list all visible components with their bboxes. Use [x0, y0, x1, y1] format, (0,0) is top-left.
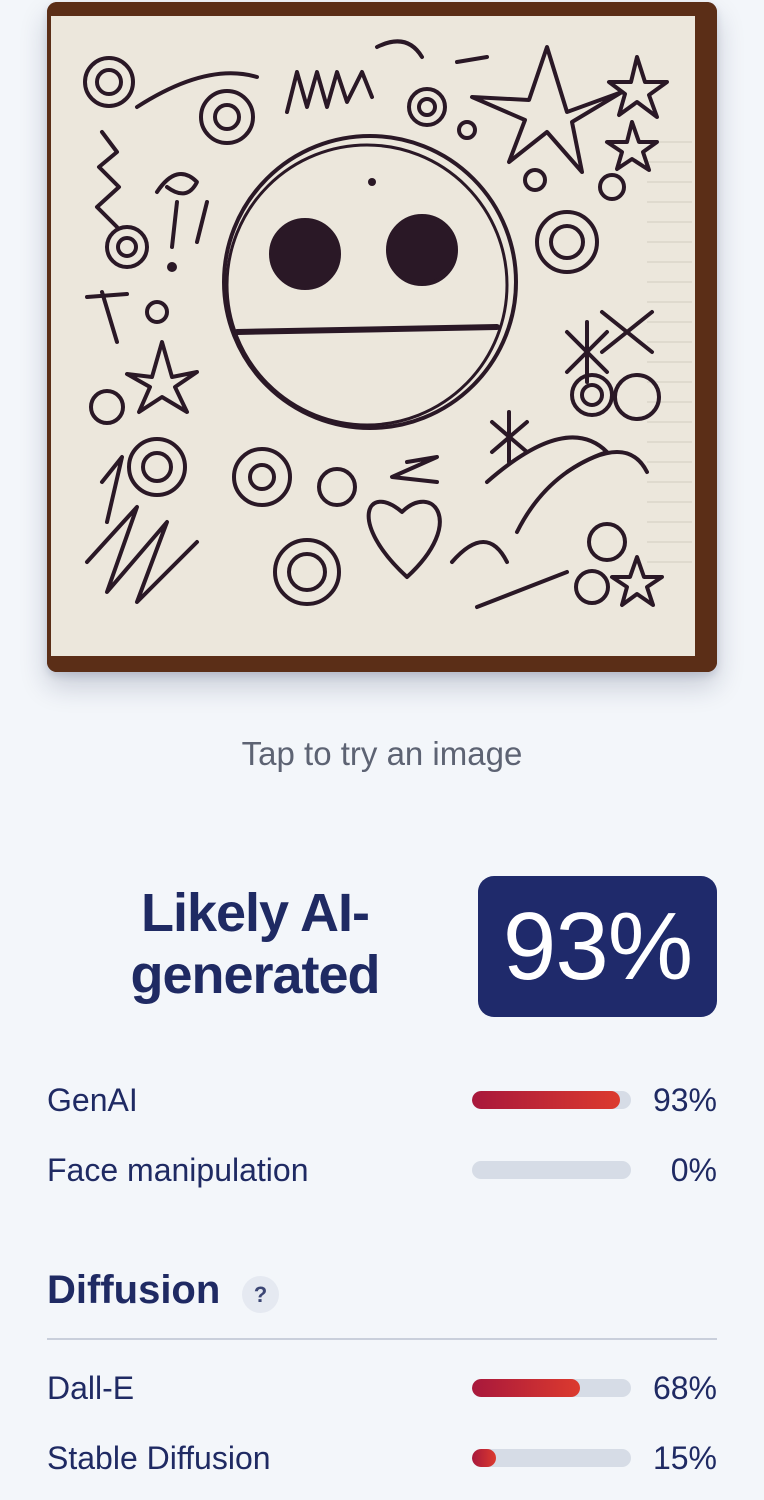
section-divider [47, 1338, 717, 1340]
model-bar-fill [472, 1379, 581, 1397]
model-bar-fill [472, 1449, 496, 1467]
diffusion-row-stable-diffusion: Stable Diffusion 15% [47, 1434, 717, 1484]
metric-label: GenAI [47, 1082, 138, 1118]
model-bar-track [472, 1449, 631, 1467]
score-badge: 93% [478, 876, 717, 1017]
tap-to-try-hint[interactable]: Tap to try an image [0, 735, 764, 773]
model-bar-track [472, 1379, 631, 1397]
napkin-doodle-image [47, 2, 717, 672]
metric-bar-track [472, 1161, 631, 1179]
metric-bar-fill [472, 1091, 620, 1109]
diffusion-row-dall-e: Dall-E 68% [47, 1364, 717, 1414]
model-percent: 68% [652, 1370, 717, 1406]
model-label: Dall-E [47, 1370, 135, 1406]
section-title-diffusion: Diffusion [47, 1268, 221, 1312]
metric-percent: 0% [670, 1152, 717, 1188]
metric-row-face-manipulation: Face manipulation 0% [47, 1146, 717, 1196]
model-label: Stable Diffusion [47, 1440, 271, 1476]
model-percent: 15% [652, 1440, 717, 1476]
metric-label: Face manipulation [47, 1152, 309, 1188]
help-icon[interactable]: ? [242, 1276, 279, 1313]
metric-row-genai: GenAI 93% [47, 1076, 717, 1126]
sample-image[interactable] [47, 2, 717, 672]
metric-bar-track [472, 1091, 631, 1109]
verdict-label: Likely AI-generated [130, 883, 380, 1005]
metric-percent: 93% [652, 1082, 717, 1118]
